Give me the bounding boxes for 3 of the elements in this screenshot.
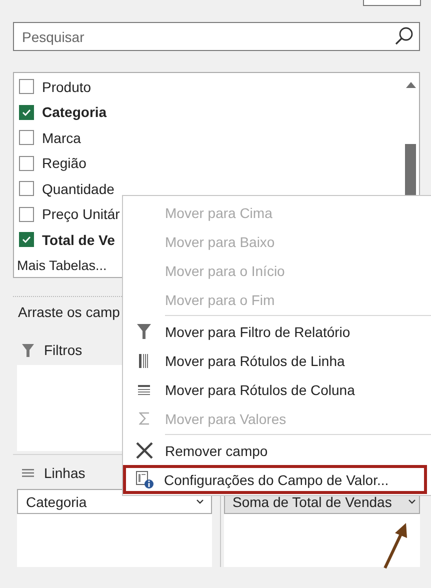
- instruction-text: Arraste os camp: [17, 304, 121, 320]
- area-title: Filtros: [44, 342, 82, 358]
- area-title: Linhas: [44, 465, 86, 481]
